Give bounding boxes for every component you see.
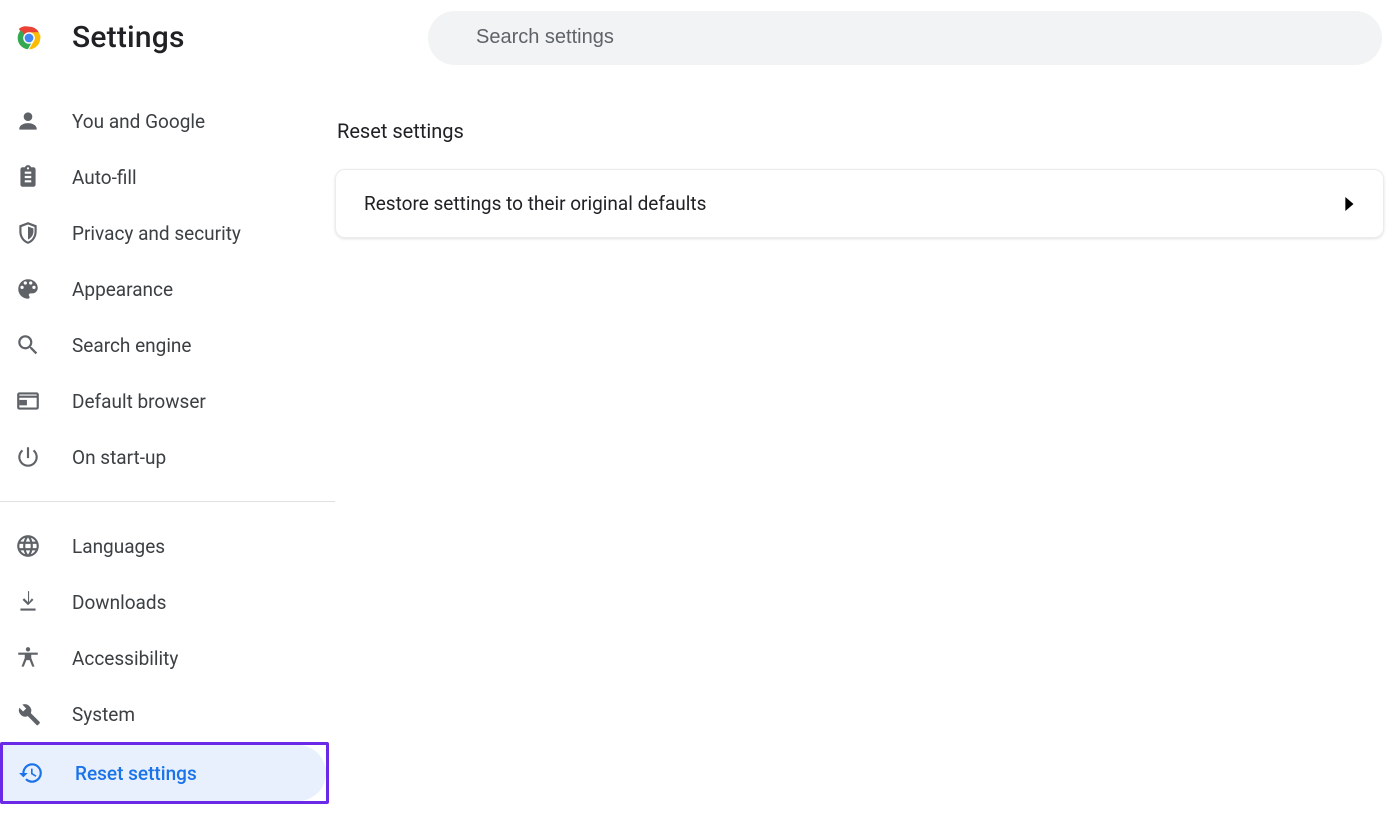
sidebar-item-label: Accessibility xyxy=(72,647,178,670)
sidebar-divider xyxy=(0,501,335,502)
search-input[interactable] xyxy=(476,26,1356,49)
search-icon xyxy=(14,331,42,359)
row-label: Restore settings to their original defau… xyxy=(364,192,706,215)
search-wrap xyxy=(428,11,1382,65)
highlight-annotation: Reset settings xyxy=(0,742,329,804)
settings-sidebar: You and Google Auto-fill Privacy and sec… xyxy=(0,75,335,818)
restore-icon xyxy=(17,759,45,787)
sidebar-item-label: Privacy and security xyxy=(72,222,241,245)
sidebar-item-you-and-google[interactable]: You and Google xyxy=(0,93,325,149)
app-header: Settings xyxy=(0,0,1400,75)
sidebar-item-label: Downloads xyxy=(72,591,166,614)
download-icon xyxy=(14,588,42,616)
main-content: Reset settings Restore settings to their… xyxy=(335,75,1400,818)
sidebar-item-label: On start-up xyxy=(72,446,166,469)
brand: Settings xyxy=(10,20,400,55)
globe-icon xyxy=(14,532,42,560)
section-title: Reset settings xyxy=(337,119,1384,143)
sidebar-item-label: Default browser xyxy=(72,390,206,413)
sidebar-item-appearance[interactable]: Appearance xyxy=(0,261,325,317)
sidebar-item-search-engine[interactable]: Search engine xyxy=(0,317,325,373)
palette-icon xyxy=(14,275,42,303)
sidebar-item-default-browser[interactable]: Default browser xyxy=(0,373,325,429)
sidebar-item-label: You and Google xyxy=(72,110,205,133)
wrench-icon xyxy=(14,700,42,728)
clipboard-icon xyxy=(14,163,42,191)
sidebar-item-system[interactable]: System xyxy=(0,686,325,742)
sidebar-item-label: Search engine xyxy=(72,334,192,357)
sidebar-item-languages[interactable]: Languages xyxy=(0,518,325,574)
restore-defaults-row[interactable]: Restore settings to their original defau… xyxy=(336,170,1383,237)
sidebar-item-label: Reset settings xyxy=(75,762,197,785)
search-bar[interactable] xyxy=(428,11,1382,65)
person-icon xyxy=(14,107,42,135)
chrome-logo-icon xyxy=(12,21,46,55)
page-title: Settings xyxy=(72,20,185,55)
settings-card: Restore settings to their original defau… xyxy=(335,169,1384,238)
accessibility-icon xyxy=(14,644,42,672)
sidebar-item-on-startup[interactable]: On start-up xyxy=(0,429,325,485)
sidebar-item-auto-fill[interactable]: Auto-fill xyxy=(0,149,325,205)
browser-window-icon xyxy=(14,387,42,415)
chevron-right-icon xyxy=(1345,197,1355,211)
sidebar-item-reset-settings[interactable]: Reset settings xyxy=(3,745,326,801)
sidebar-item-label: Appearance xyxy=(72,278,173,301)
shield-icon xyxy=(14,219,42,247)
sidebar-item-accessibility[interactable]: Accessibility xyxy=(0,630,325,686)
sidebar-item-downloads[interactable]: Downloads xyxy=(0,574,325,630)
sidebar-item-label: Auto-fill xyxy=(72,166,137,189)
sidebar-item-privacy-security[interactable]: Privacy and security xyxy=(0,205,325,261)
sidebar-item-label: Languages xyxy=(72,535,165,558)
sidebar-item-label: System xyxy=(72,703,135,726)
power-icon xyxy=(14,443,42,471)
